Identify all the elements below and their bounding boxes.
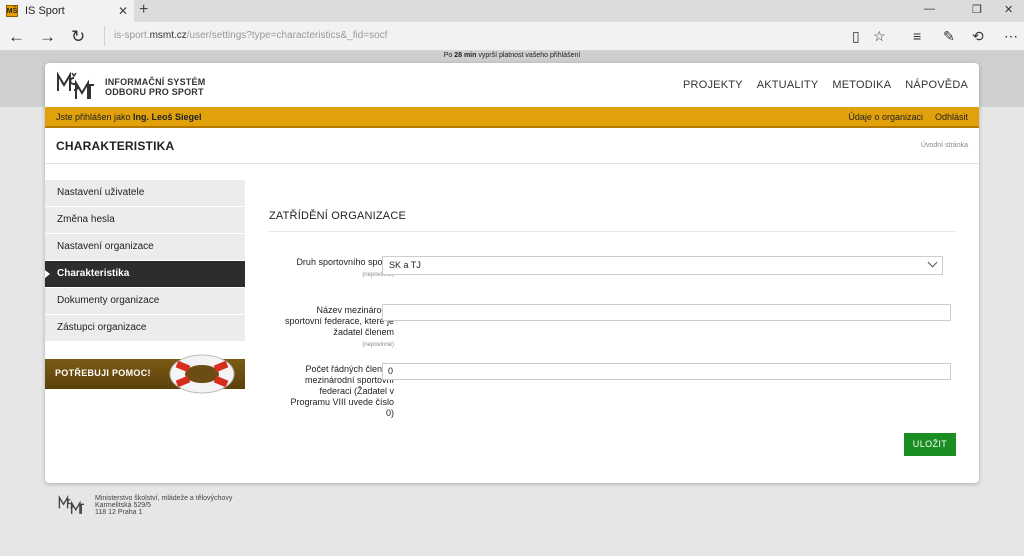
msmt-logo-icon[interactable] (56, 71, 94, 101)
nav-metodika[interactable]: METODIKA (832, 79, 891, 91)
sport-association-type-select[interactable]: SK a TJ (382, 256, 943, 275)
footer-msmt-logo-icon (58, 495, 84, 514)
maximize-icon[interactable]: ❐ (972, 3, 982, 16)
forward-icon[interactable]: → (39, 27, 56, 47)
field-label-federation-name: Název mezinárodní sportovní federace, kt… (284, 305, 394, 351)
more-icon[interactable]: ⋯ (1004, 28, 1018, 45)
reading-view-icon[interactable]: ▯ (852, 28, 860, 45)
main-card: INFORMAČNÍ SYSTÉM ODBORU PRO SPORT PROJE… (45, 63, 979, 483)
user-name: Ing. Leoš Siegel (133, 112, 202, 122)
help-banner-label: POTŘEBUJI POMOC! (55, 368, 151, 378)
page-title: CHARAKTERISTIKA (56, 139, 175, 153)
nav-napoveda[interactable]: NÁPOVĚDA (905, 79, 968, 91)
top-navigation: PROJEKTY AKTUALITY METODIKA NÁPOVĚDA (683, 79, 968, 91)
optional-hint: (nepovinné) (362, 272, 394, 278)
browser-tabbar: MŠ IS Sport ✕ + — ❐ ✕ (0, 0, 1024, 22)
minimize-icon[interactable]: — (924, 3, 935, 15)
help-banner[interactable]: POTŘEBUJI POMOC! (45, 354, 245, 394)
tab-title: IS Sport (25, 5, 65, 17)
logged-in-info: Jste přihlášen jako Ing. Leoš Siegel (56, 112, 202, 122)
sidebar-item-change-password[interactable]: Změna hesla (45, 207, 245, 234)
session-timeout-notice: Po 28 min vyprší platnost vašeho přihláš… (443, 52, 581, 59)
sidebar-item-organization-settings[interactable]: Nastavení organizace (45, 234, 245, 261)
site-logo-text[interactable]: INFORMAČNÍ SYSTÉM ODBORU PRO SPORT (105, 77, 205, 97)
organization-info-link[interactable]: Údaje o organizaci (848, 112, 923, 122)
back-icon[interactable]: ← (8, 27, 25, 47)
section-title: ZATŘÍDĚNÍ ORGANIZACE (269, 210, 407, 222)
nav-projekty[interactable]: PROJEKTY (683, 79, 743, 91)
favorite-star-icon[interactable]: ☆ (873, 28, 886, 45)
sidebar-item-organization-representatives[interactable]: Zástupci organizace (45, 315, 245, 342)
web-note-icon[interactable]: ✎ (943, 28, 955, 45)
share-icon[interactable]: ⟲ (972, 28, 984, 45)
close-tab-icon[interactable]: ✕ (118, 4, 128, 18)
member-count-input[interactable]: 0 (382, 363, 951, 380)
select-value: SK a TJ (389, 260, 421, 270)
address-bar: ← → ↻ is-sport.msmt.cz/user/settings?typ… (0, 22, 1024, 51)
field-label-member-count: Počet řádných členů v mezinárodní sporto… (290, 364, 394, 418)
chevron-down-icon (927, 257, 938, 268)
sidebar-item-user-settings[interactable]: Nastavení uživatele (45, 180, 245, 207)
sidebar-item-organization-documents[interactable]: Dokumenty organizace (45, 288, 245, 315)
field-label-sport-association-type: Druh sportovního spolku (nepovinné) (284, 257, 394, 281)
new-tab-icon[interactable]: + (139, 1, 148, 19)
sidebar-item-characteristics[interactable]: Charakteristika (45, 261, 245, 288)
close-window-icon[interactable]: ✕ (1004, 3, 1013, 16)
footer-address: Ministerstvo školství, mládeže a tělovýc… (95, 495, 233, 516)
url-field[interactable]: is-sport.msmt.cz/user/settings?type=char… (104, 26, 844, 46)
user-bar: Jste přihlášen jako Ing. Leoš Siegel Úda… (45, 107, 979, 128)
logout-link[interactable]: Odhlásit (935, 112, 968, 122)
lifebuoy-icon (169, 354, 235, 394)
nav-aktuality[interactable]: AKTUALITY (757, 79, 819, 91)
page-title-bar: CHARAKTERISTIKA Úvodní stránka (45, 128, 979, 164)
breadcrumb-home[interactable]: Úvodní stránka (921, 142, 968, 149)
favicon-icon: MŠ (6, 5, 18, 17)
save-button[interactable]: ULOŽIT (904, 433, 956, 456)
site-header: INFORMAČNÍ SYSTÉM ODBORU PRO SPORT PROJE… (45, 63, 979, 107)
browser-tab[interactable]: MŠ IS Sport ✕ (0, 0, 134, 22)
optional-hint: (nepovinné) (362, 342, 394, 348)
refresh-icon[interactable]: ↻ (71, 27, 85, 47)
federation-name-input[interactable] (382, 304, 951, 321)
section-divider (269, 231, 955, 232)
hub-icon[interactable]: ≡ (913, 28, 921, 44)
sidebar: Nastavení uživatele Změna hesla Nastaven… (45, 180, 245, 342)
